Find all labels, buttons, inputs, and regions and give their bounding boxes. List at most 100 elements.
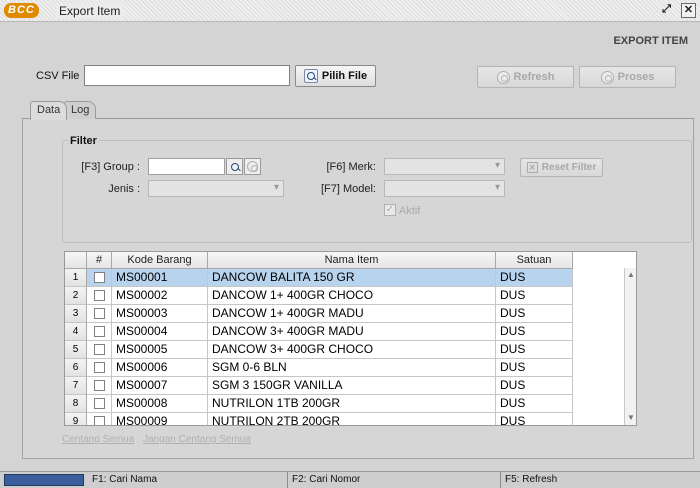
- close-icon[interactable]: ✕: [681, 3, 696, 18]
- refresh-label: Refresh: [513, 71, 555, 83]
- satuan-cell: DUS: [496, 305, 573, 323]
- row-checkbox[interactable]: [93, 344, 105, 355]
- reset-icon: ✕: [526, 162, 538, 173]
- aktif-label: Aktif: [399, 205, 421, 217]
- satuan-cell: DUS: [496, 395, 573, 413]
- table-row[interactable]: 5 MS00005 DANCOW 3+ 400GR CHOCO DUS: [65, 341, 573, 359]
- row-checkbox[interactable]: [93, 416, 105, 425]
- nama-cell: SGM 0-6 BLN: [208, 359, 496, 377]
- process-button[interactable]: Proses: [579, 66, 676, 88]
- table-row[interactable]: 6 MS00006 SGM 0-6 BLN DUS: [65, 359, 573, 377]
- title-bar: BCC Export Item ⤢ ✕: [0, 0, 700, 22]
- table-row[interactable]: 4 MS00004 DANCOW 3+ 400GR MADU DUS: [65, 323, 573, 341]
- page-title: EXPORT ITEM: [613, 35, 688, 47]
- pick-file-label: Pilih File: [321, 70, 368, 82]
- item-grid[interactable]: # Kode Barang Nama Item Satuan 1 MS00001…: [64, 251, 637, 426]
- table-row[interactable]: 9 MS00009 NUTRILON 2TB 200GR DUS: [65, 413, 573, 425]
- row-checkbox[interactable]: [93, 398, 105, 409]
- satuan-cell: DUS: [496, 377, 573, 395]
- reset-filter-button[interactable]: ✕ Reset Filter: [520, 158, 603, 177]
- jenis-label: Jenis :: [108, 183, 140, 195]
- row-checkbox-cell[interactable]: [87, 377, 112, 395]
- row-number: 6: [65, 359, 87, 377]
- row-checkbox[interactable]: [93, 362, 105, 373]
- tab-data[interactable]: Data: [30, 101, 68, 120]
- refresh-button[interactable]: Refresh: [477, 66, 574, 88]
- grid-scrollbar[interactable]: ▲ ▼: [624, 268, 636, 425]
- row-number-header: [65, 252, 87, 269]
- clear-icon: [247, 161, 258, 172]
- table-row[interactable]: 1 MS00001 DANCOW BALITA 150 GR DUS: [65, 269, 573, 287]
- scroll-down-icon[interactable]: ▼: [626, 413, 636, 423]
- model-select[interactable]: [384, 180, 505, 197]
- row-number: 8: [65, 395, 87, 413]
- kode-cell: MS00007: [112, 377, 208, 395]
- group-clear-button[interactable]: [244, 158, 261, 175]
- row-checkbox-cell[interactable]: [87, 359, 112, 377]
- nama-cell: SGM 3 150GR VANILLA: [208, 377, 496, 395]
- kode-cell: MS00009: [112, 413, 208, 425]
- row-checkbox[interactable]: [93, 290, 105, 301]
- kode-cell: MS00006: [112, 359, 208, 377]
- row-number: 5: [65, 341, 87, 359]
- kode-cell: MS00001: [112, 269, 208, 287]
- merk-select[interactable]: [384, 158, 505, 175]
- row-checkbox-cell[interactable]: [87, 323, 112, 341]
- restore-icon[interactable]: ⤢: [659, 3, 674, 18]
- row-checkbox-cell[interactable]: [87, 341, 112, 359]
- table-row[interactable]: 8 MS00008 NUTRILON 1TB 200GR DUS: [65, 395, 573, 413]
- search-icon: [303, 69, 318, 83]
- jenis-select[interactable]: [148, 180, 284, 197]
- status-f1: F1: Cari Nama: [88, 472, 288, 488]
- row-checkbox[interactable]: [93, 272, 105, 283]
- kode-cell: MS00003: [112, 305, 208, 323]
- refresh-icon: [496, 70, 510, 84]
- table-row[interactable]: 7 MS00007 SGM 3 150GR VANILLA DUS: [65, 377, 573, 395]
- window-title: Export Item: [56, 4, 124, 18]
- row-checkbox[interactable]: [93, 380, 105, 391]
- kode-cell: MS00005: [112, 341, 208, 359]
- row-checkbox-cell[interactable]: [87, 269, 112, 287]
- check-links: Centang Semua Jangan Centang Semua: [62, 434, 257, 445]
- row-checkbox-cell[interactable]: [87, 305, 112, 323]
- pick-file-button[interactable]: Pilih File: [295, 65, 376, 87]
- process-icon: [600, 70, 614, 84]
- kode-cell: MS00008: [112, 395, 208, 413]
- column-header-satuan[interactable]: Satuan: [496, 252, 573, 269]
- aktif-checkbox[interactable]: ✓: [384, 204, 396, 216]
- status-f5: F5: Refresh: [505, 474, 558, 485]
- satuan-cell: DUS: [496, 341, 573, 359]
- filter-title: Filter: [68, 135, 99, 147]
- check-all-link[interactable]: Centang Semua: [62, 434, 134, 445]
- row-checkbox-cell[interactable]: [87, 413, 112, 425]
- column-header-check[interactable]: #: [87, 252, 112, 269]
- row-checkbox-cell[interactable]: [87, 287, 112, 305]
- table-row[interactable]: 3 MS00003 DANCOW 1+ 400GR MADU DUS: [65, 305, 573, 323]
- grid-header: # Kode Barang Nama Item Satuan: [65, 252, 573, 269]
- row-number: 2: [65, 287, 87, 305]
- row-number: 3: [65, 305, 87, 323]
- csv-file-input[interactable]: [84, 65, 290, 86]
- column-header-kode[interactable]: Kode Barang: [112, 252, 208, 269]
- group-search-button[interactable]: [226, 158, 243, 175]
- status-bar: F1: Cari Nama F2: Cari Nomor F5: Refresh: [0, 471, 700, 488]
- scroll-up-icon[interactable]: ▲: [626, 270, 636, 280]
- satuan-cell: DUS: [496, 269, 573, 287]
- csv-file-label: CSV File: [36, 70, 80, 82]
- nama-cell: DANCOW BALITA 150 GR: [208, 269, 496, 287]
- nama-cell: DANCOW 1+ 400GR MADU: [208, 305, 496, 323]
- row-checkbox[interactable]: [93, 308, 105, 319]
- row-checkbox-cell[interactable]: [87, 395, 112, 413]
- satuan-cell: DUS: [496, 287, 573, 305]
- table-row[interactable]: 2 MS00002 DANCOW 1+ 400GR CHOCO DUS: [65, 287, 573, 305]
- row-number: 7: [65, 377, 87, 395]
- uncheck-all-link[interactable]: Jangan Centang Semua: [143, 434, 251, 445]
- group-input[interactable]: [148, 158, 225, 175]
- search-icon: [229, 161, 241, 173]
- row-checkbox[interactable]: [93, 326, 105, 337]
- row-number: 4: [65, 323, 87, 341]
- satuan-cell: DUS: [496, 413, 573, 425]
- satuan-cell: DUS: [496, 359, 573, 377]
- column-header-nama[interactable]: Nama Item: [208, 252, 496, 269]
- tab-log[interactable]: Log: [64, 101, 97, 119]
